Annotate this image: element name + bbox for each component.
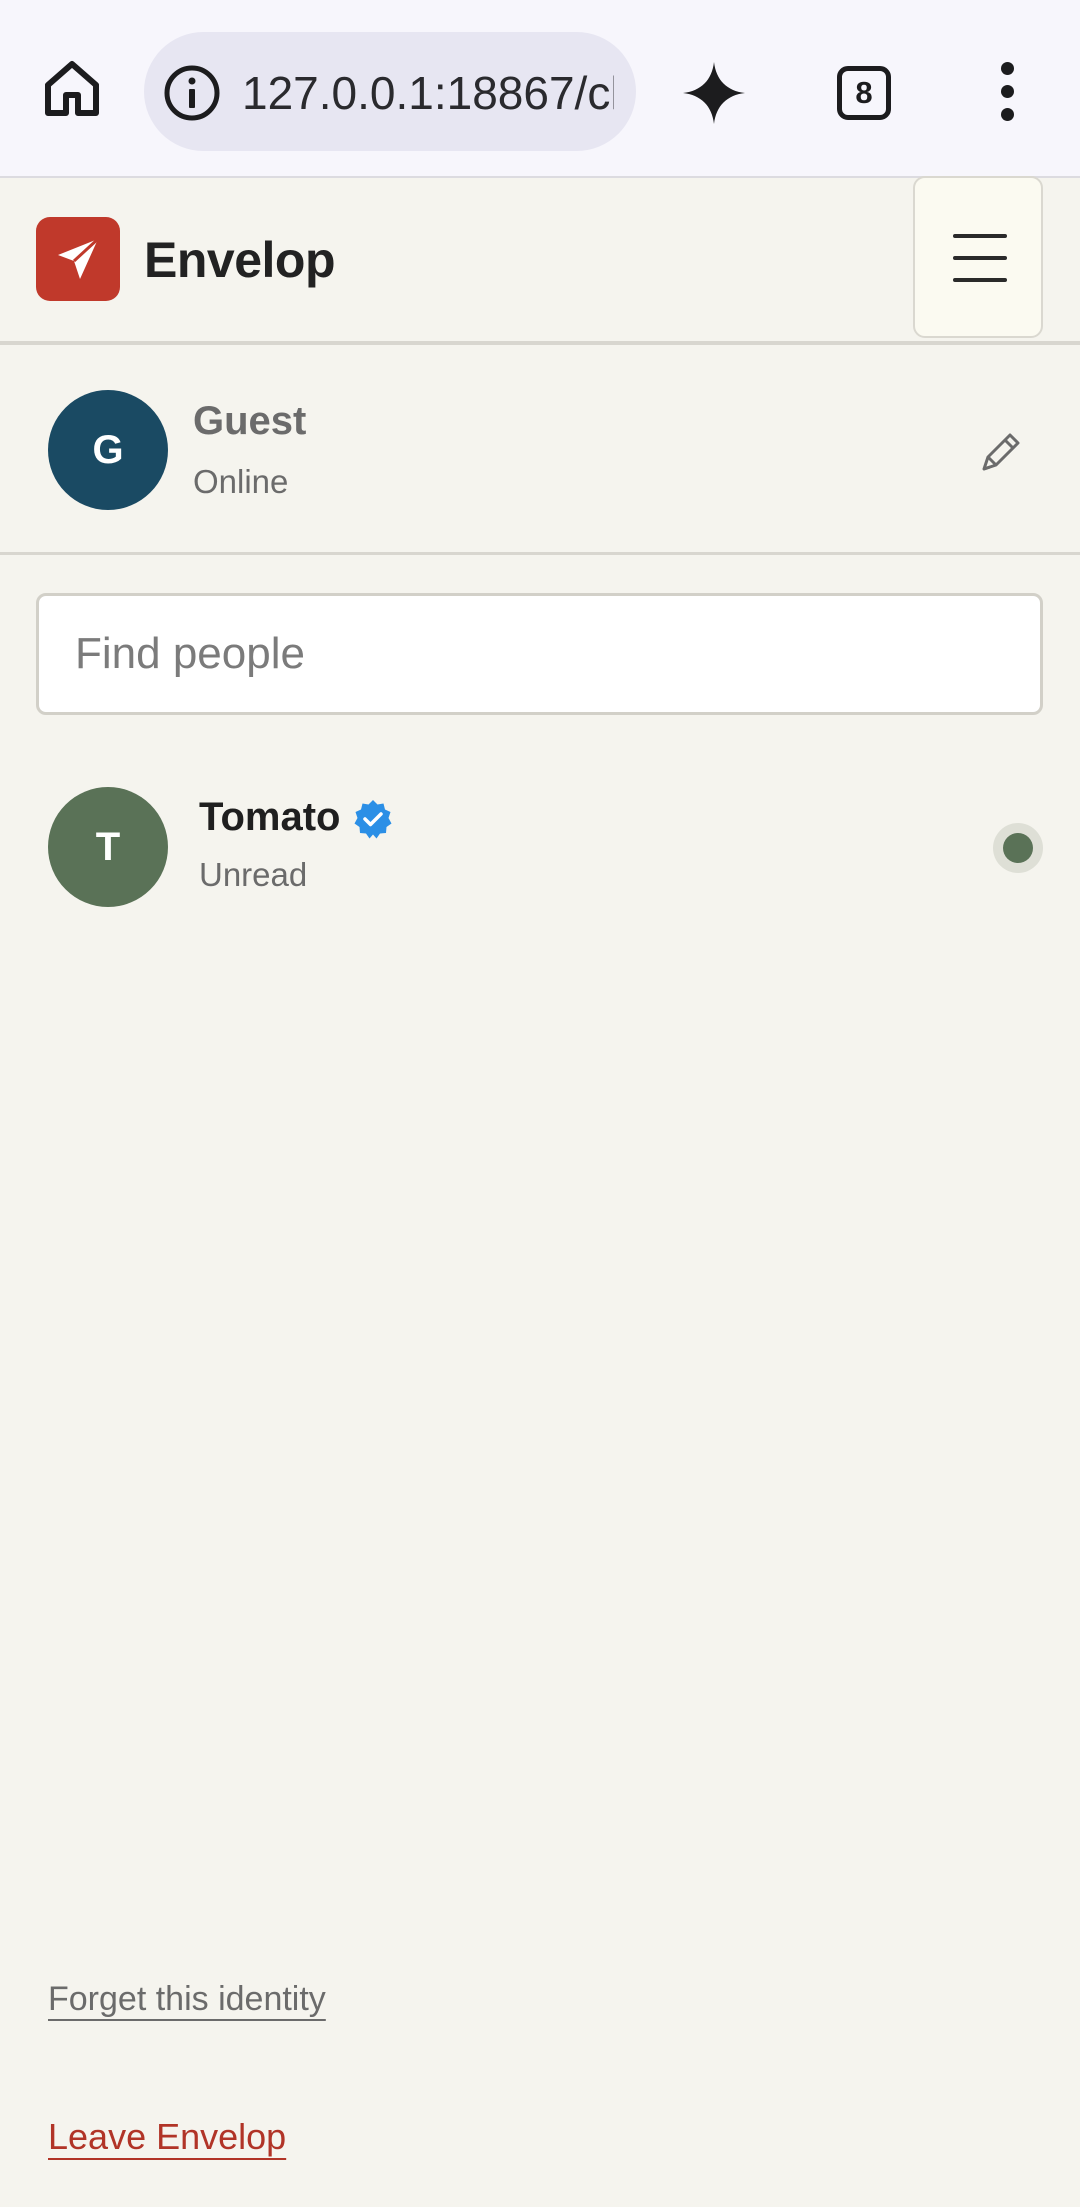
info-icon[interactable] — [162, 63, 222, 123]
browser-toolbar: 127.0.0.1:18867/ch 8 — [0, 0, 1080, 178]
contact-status: Unread — [199, 856, 308, 893]
app-title: Envelop — [144, 232, 335, 288]
profile-name: Guest — [193, 399, 307, 443]
contact-name: Tomato — [199, 795, 341, 839]
sparkle-icon[interactable] — [681, 60, 747, 126]
home-icon[interactable] — [40, 57, 104, 121]
url-text: 127.0.0.1:18867/ch — [242, 67, 614, 119]
unread-indicator — [993, 823, 1043, 873]
leave-app-link[interactable]: Leave Envelop — [48, 2116, 286, 2158]
profile-section: G Guest Online — [0, 345, 1080, 555]
pencil-icon[interactable] — [976, 429, 1024, 477]
address-bar[interactable]: 127.0.0.1:18867/ch — [144, 32, 636, 151]
tab-switcher-button[interactable]: 8 — [837, 66, 891, 120]
search-input[interactable] — [36, 593, 1043, 715]
more-vertical-icon[interactable] — [990, 62, 1026, 122]
page: 127.0.0.1:18867/ch 8 Envelop G Guest Onl… — [0, 0, 1080, 2207]
avatar: G — [48, 390, 168, 510]
list-item[interactable]: T Tomato Unread — [0, 770, 1080, 920]
forget-identity-link[interactable]: Forget this identity — [48, 1978, 326, 2020]
verified-badge-icon — [352, 798, 394, 840]
paper-plane-icon — [36, 217, 120, 301]
profile-status: Online — [193, 463, 289, 500]
app-header: Envelop — [0, 176, 1080, 345]
hamburger-menu-icon[interactable] — [913, 176, 1043, 338]
avatar: T — [48, 787, 168, 907]
